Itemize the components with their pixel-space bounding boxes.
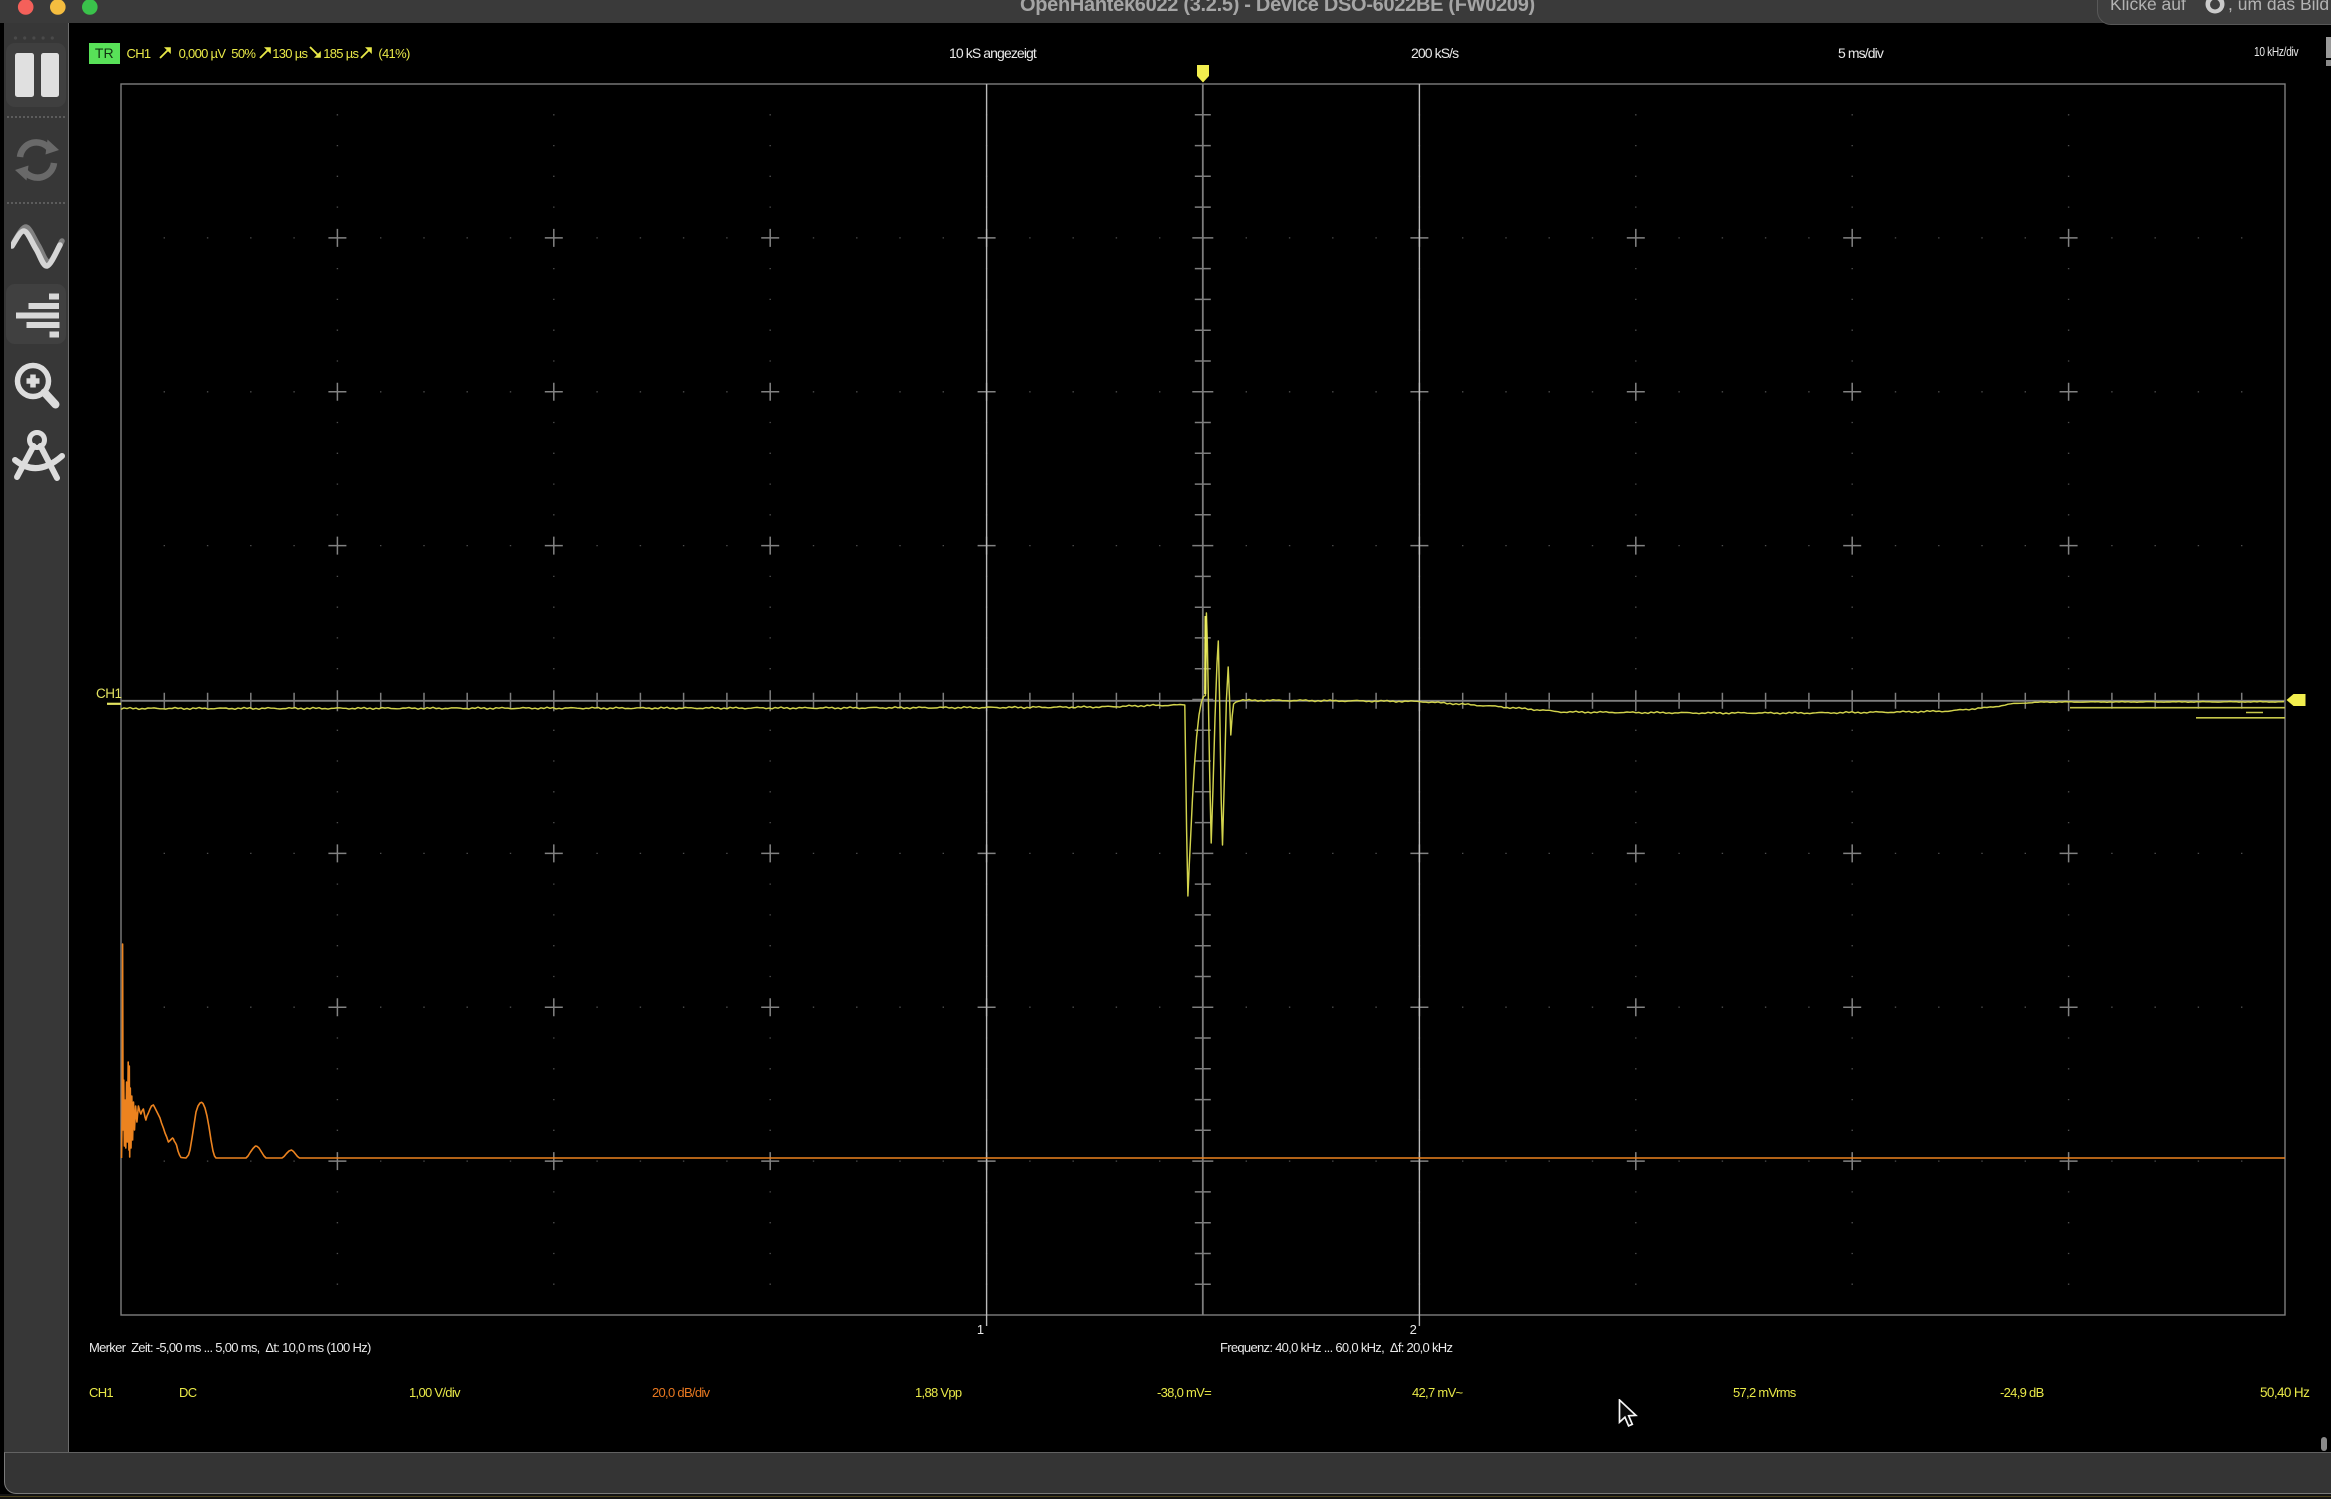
svg-text:CH1: CH1 [96, 686, 122, 701]
svg-text:2: 2 [1410, 1322, 1417, 1337]
svg-text:1: 1 [977, 1322, 984, 1337]
